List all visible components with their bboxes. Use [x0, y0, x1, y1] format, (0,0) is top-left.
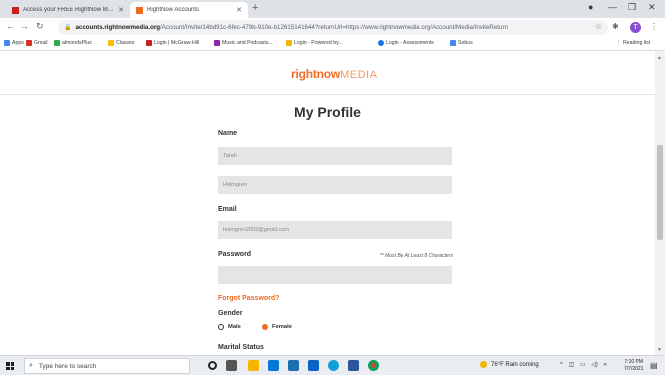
- weather-sun-icon: [480, 361, 487, 368]
- close-tab-icon[interactable]: ✕: [236, 6, 242, 14]
- radio-unselected-icon: [218, 324, 224, 330]
- bookmark-login-assessments[interactable]: Login - Assessments: [378, 40, 434, 46]
- forward-arrow-icon[interactable]: →: [20, 21, 29, 31]
- gender-radio-male[interactable]: Male: [218, 324, 241, 330]
- bookmark-apps[interactable]: Apps: [4, 40, 24, 46]
- search-icon: ⌕: [29, 362, 33, 369]
- reload-icon[interactable]: ↻: [36, 21, 44, 32]
- lock-icon: 🔒: [64, 25, 72, 31]
- network-icon[interactable]: ◫: [569, 362, 575, 368]
- chrome-icon[interactable]: [368, 360, 379, 371]
- password-field[interactable]: [218, 266, 452, 284]
- outlook-icon[interactable]: [308, 360, 319, 371]
- rightnow-favicon-icon: [136, 6, 143, 14]
- new-tab-button[interactable]: +: [252, 2, 258, 14]
- sobus-icon: [450, 40, 456, 46]
- bookmark-classes[interactable]: Classes: [108, 40, 134, 46]
- windows-start-icon[interactable]: [6, 362, 14, 370]
- cortana-icon[interactable]: [208, 361, 217, 370]
- scroll-up-icon[interactable]: ▲: [657, 55, 662, 61]
- battery-icon[interactable]: ▭: [580, 362, 586, 368]
- first-name-field[interactable]: Tarah: [218, 147, 452, 165]
- page-viewport: rightnowMEDIA My Profile Name Tarah Holm…: [0, 51, 665, 355]
- chart-icon: [286, 40, 292, 46]
- music-icon: [214, 40, 220, 46]
- bookmarks-bar: Apps Gmail almondsPlus Classes Login | M…: [0, 37, 665, 51]
- tab-access-rightnow[interactable]: Access your FREE RightNow Med ✕: [6, 2, 130, 18]
- url-path: /Account/Invite/14bd91c-6fec-479b-910e-b…: [160, 24, 508, 31]
- gmail-favicon-icon: [12, 6, 19, 14]
- bookmark-music-podcasts[interactable]: Music and Podcasts...: [214, 40, 273, 46]
- assessments-icon: [378, 40, 384, 46]
- radio-selected-icon: [262, 324, 268, 330]
- task-view-icon[interactable]: [226, 360, 237, 371]
- bookmark-almondsplus[interactable]: almondsPlus: [54, 40, 92, 46]
- tab-rightnow-accounts[interactable]: RightNow Accounts ✕: [130, 2, 248, 18]
- back-arrow-icon[interactable]: ←: [6, 21, 15, 31]
- taskbar-search-input[interactable]: ⌕ Type here to search: [24, 358, 190, 374]
- menu-kebab-icon[interactable]: ⋮: [650, 22, 658, 31]
- tab-title: RightNow Accounts: [147, 7, 200, 13]
- password-label: Password: [218, 251, 252, 258]
- account-dot-icon[interactable]: ●: [588, 2, 593, 12]
- tab-title: Access your FREE RightNow Med: [23, 7, 115, 13]
- reading-list-button[interactable]: Reading list: [618, 40, 650, 46]
- bookmark-gmail[interactable]: Gmail: [26, 40, 48, 46]
- bookmark-sobus[interactable]: Sobus: [450, 40, 473, 46]
- url-host: accounts.rightnowmedia.org: [75, 24, 161, 31]
- gender-radio-female[interactable]: Female: [262, 324, 292, 330]
- gmail-icon: [26, 40, 32, 46]
- site-header: rightnowMEDIA: [0, 51, 655, 95]
- system-tray[interactable]: ^ ◫ ▭ ◁) «: [560, 361, 607, 368]
- windows-taskbar: ⌕ Type here to search 76°F Rain coming ^…: [0, 355, 665, 375]
- close-tab-icon[interactable]: ✕: [118, 6, 124, 14]
- browser-toolbar: ← → ↻ 🔒 accounts.rightnowmedia.org/Accou…: [0, 18, 665, 37]
- extensions-icon[interactable]: ✱: [612, 22, 619, 31]
- browser-tab-strip: Access your FREE RightNow Med ✕ RightNow…: [0, 0, 665, 18]
- word-icon[interactable]: [348, 360, 359, 371]
- almonds-icon: [54, 40, 60, 46]
- scroll-down-icon[interactable]: ▼: [657, 347, 662, 353]
- rightnow-media-logo[interactable]: rightnowMEDIA: [291, 67, 377, 81]
- language-icon[interactable]: «: [603, 362, 606, 368]
- bookmark-login-powered[interactable]: Login - Powered by...: [286, 40, 343, 46]
- gender-label: Gender: [218, 310, 243, 317]
- edge-icon[interactable]: [328, 360, 339, 371]
- bookmark-mcgraw-hill[interactable]: Login | McGraw-Hill: [146, 40, 199, 46]
- camera-icon[interactable]: [288, 360, 299, 371]
- page-title: My Profile: [294, 104, 361, 120]
- last-name-field[interactable]: Holmgren: [218, 176, 452, 194]
- taskbar-clock[interactable]: 7:10 PM 7/7/2021: [624, 359, 643, 373]
- scrollbar-thumb[interactable]: [657, 145, 663, 240]
- password-hint: ** Must Be At Least 8 Characters: [379, 253, 453, 259]
- address-bar[interactable]: 🔒 accounts.rightnowmedia.org/Account/Inv…: [58, 20, 608, 35]
- volume-icon[interactable]: ◁): [591, 362, 598, 368]
- classes-icon: [108, 40, 114, 46]
- store-icon[interactable]: [268, 360, 279, 371]
- maximize-icon[interactable]: ❐: [628, 2, 636, 13]
- close-window-icon[interactable]: ✕: [648, 2, 656, 13]
- file-explorer-icon[interactable]: [248, 360, 259, 371]
- bookmark-star-icon[interactable]: ☆: [595, 22, 602, 31]
- mcgraw-hill-icon: [146, 40, 152, 46]
- marital-status-label: Marital Status: [218, 344, 264, 351]
- notifications-icon[interactable]: ▤: [650, 361, 658, 370]
- email-field[interactable]: holmgren2002@gmail.com: [218, 221, 452, 239]
- weather-widget[interactable]: 76°F Rain coming: [480, 361, 539, 368]
- email-label: Email: [218, 206, 237, 213]
- tray-chevron-icon[interactable]: ^: [560, 362, 563, 368]
- minimize-icon[interactable]: —: [608, 2, 617, 12]
- forgot-password-link[interactable]: Forgot Password?: [218, 295, 279, 302]
- name-label: Name: [218, 130, 238, 137]
- profile-avatar[interactable]: T: [630, 22, 641, 33]
- apps-grid-icon: [4, 40, 10, 46]
